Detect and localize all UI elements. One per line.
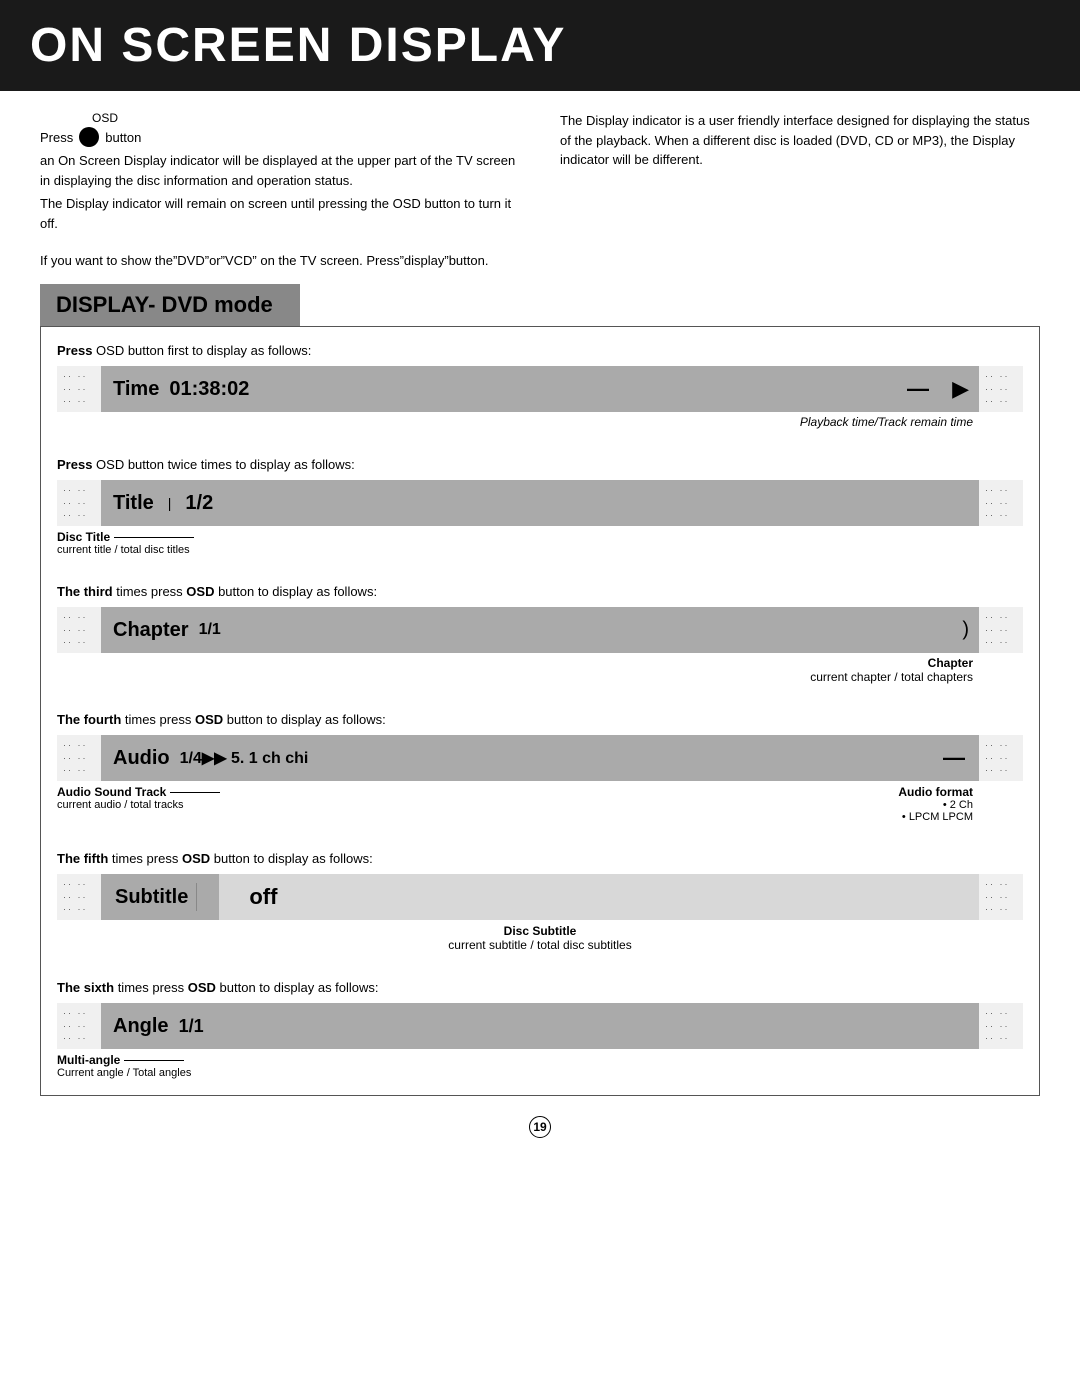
display-box: Press OSD button first to display as fol… — [40, 326, 1040, 1096]
audio-annotation: Audio Sound Track current audio / total … — [57, 785, 1023, 823]
title-annotation: Disc Title current title / total disc ti… — [57, 530, 1023, 556]
dots-right-5: ·· ·· ·· ·· ·· ·· — [979, 874, 1023, 920]
audio-track-label: Audio Sound Track — [57, 785, 166, 799]
subtitle-divider — [196, 883, 197, 911]
press-instruction-1: Press OSD button first to display as fol… — [57, 343, 1023, 358]
dots-left-3: ·· ·· ·· ·· ·· ·· — [57, 607, 101, 653]
if-note: If you want to show the”DVD”or”VCD” on t… — [40, 253, 1040, 268]
subtitle-annotation: Disc Subtitle current subtitle / total d… — [57, 924, 1023, 952]
intro-section: OSD Press button an On Screen Display in… — [40, 111, 1040, 237]
chapter-annotation: Chapter current chapter / total chapters — [57, 656, 1023, 684]
chapter-value: 1/1 — [199, 621, 221, 639]
section-header: DISPLAY- DVD mode — [40, 284, 300, 326]
title-label: Title — [113, 492, 154, 515]
display-row-title: Press OSD button twice times to display … — [57, 457, 1023, 556]
osd-screen-time: ·· ·· ·· ·· ·· ·· Time 01:38:02 ― ▶ ·· ·… — [57, 366, 1023, 412]
osd-bar-title: Title | 1/2 — [101, 480, 979, 526]
disc-title-label: Disc Title — [57, 530, 110, 544]
disc-title-line — [114, 537, 194, 538]
osd-screen-audio: ·· ·· ·· ·· ·· ·· Audio 1/4▶▶ 5. 1 ch ch… — [57, 735, 1023, 781]
angle-annotation: Multi-angle Current angle / Total angles — [57, 1053, 1023, 1079]
page-number: 19 — [529, 1116, 551, 1138]
press-instruction-5: The fifth times press OSD button to disp… — [57, 851, 1023, 866]
angle-label: Angle — [113, 1015, 169, 1038]
multi-angle-label: Multi-angle — [57, 1053, 120, 1067]
osd-screen-subtitle: ·· ·· ·· ·· ·· ·· Subtitle off — [57, 874, 1023, 920]
intro-left: OSD Press button an On Screen Display in… — [40, 111, 520, 237]
chapter-right-label: Chapter — [57, 656, 973, 670]
time-value: 01:38:02 — [169, 378, 249, 401]
press-instruction-4: The fourth times press OSD button to dis… — [57, 712, 1023, 727]
audio-track-sub: current audio / total tracks — [57, 799, 898, 811]
intro-right-para: The Display indicator is a user friendly… — [560, 111, 1040, 170]
press-instruction-2: Press OSD button twice times to display … — [57, 457, 1023, 472]
intro-right: The Display indicator is a user friendly… — [560, 111, 1040, 237]
dots-left-5: ·· ·· ·· ·· ·· ·· — [57, 874, 101, 920]
chapter-right-sub: current chapter / total chapters — [57, 670, 973, 684]
osd-bar-subtitle: Subtitle off — [101, 874, 979, 920]
dots-right-4: ·· ·· ·· ·· ·· ·· — [979, 735, 1023, 781]
time-arrow: ― — [907, 376, 929, 402]
dots-left-2: ·· ·· ·· ·· ·· ·· — [57, 480, 101, 526]
display-dvd-section: DISPLAY- DVD mode Press OSD button first… — [40, 284, 1040, 1096]
dots-right-3: ·· ·· ·· ·· ·· ·· — [979, 607, 1023, 653]
page-header: ON SCREEN DISPLAY — [0, 0, 1080, 91]
time-annotation: Playback time/Track remain time — [57, 415, 1023, 429]
osd-bar-chapter: Chapter 1/1 ) — [101, 607, 979, 653]
page-number-bar: 19 — [40, 1116, 1040, 1138]
multi-angle-line — [124, 1060, 184, 1061]
chapter-paren: ) — [962, 619, 969, 642]
content-area: OSD Press button an On Screen Display in… — [0, 91, 1080, 1178]
button-label: button — [105, 130, 141, 145]
press-row: Press button — [40, 127, 520, 147]
dots-left-4: ·· ·· ·· ·· ·· ·· — [57, 735, 101, 781]
dots-right-2: ·· ·· ·· ·· ·· ·· — [979, 480, 1023, 526]
audio-value: 1/4▶▶ 5. 1 ch chi — [180, 748, 309, 768]
disc-subtitle-label: Disc Subtitle — [57, 924, 1023, 938]
multi-angle-sub: Current angle / Total angles — [57, 1067, 1023, 1079]
audio-format-values: • 2 Ch• LPCM LPCM — [898, 799, 973, 823]
osd-label: OSD — [92, 111, 520, 125]
display-row-time: Press OSD button first to display as fol… — [57, 343, 1023, 429]
press-text: Press — [40, 130, 73, 145]
dots-left-6: ·· ·· ·· ·· ·· ·· — [57, 1003, 101, 1049]
press-instruction-3: The third times press OSD button to disp… — [57, 584, 1023, 599]
angle-value: 1/1 — [179, 1016, 204, 1037]
audio-dash: ― — [943, 745, 965, 771]
display-row-chapter: The third times press OSD button to disp… — [57, 584, 1023, 684]
time-arrow2: ▶ — [952, 376, 969, 402]
press-instruction-6: The sixth times press OSD button to disp… — [57, 980, 1023, 995]
page-title: ON SCREEN DISPLAY — [30, 19, 566, 72]
osd-screen-title: ·· ·· ·· ·· ·· ·· Title | 1/2 ·· ·· ·· · — [57, 480, 1023, 526]
dots-left-1: ·· ·· ·· ·· ·· ·· — [57, 366, 101, 412]
intro-para1: an On Screen Display indicator will be d… — [40, 151, 520, 190]
osd-button-icon[interactable] — [79, 127, 99, 147]
audio-format-label: Audio format — [898, 785, 973, 799]
osd-bar-time: Time 01:38:02 ― ▶ — [101, 366, 979, 412]
osd-bar-angle: Angle 1/1 — [101, 1003, 979, 1049]
dots-right-1: ·· ·· ·· ·· ·· ·· — [979, 366, 1023, 412]
chapter-label: Chapter — [113, 619, 189, 642]
intro-para2: The Display indicator will remain on scr… — [40, 194, 520, 233]
display-row-audio: The fourth times press OSD button to dis… — [57, 712, 1023, 823]
subtitle-label: Subtitle — [115, 886, 188, 909]
disc-subtitle-sub: current subtitle / total disc subtitles — [57, 938, 1023, 952]
osd-screen-angle: ·· ·· ·· ·· ·· ·· Angle 1/1 ·· ·· ·· ·· … — [57, 1003, 1023, 1049]
disc-title-sub: current title / total disc titles — [57, 544, 194, 556]
osd-screen-chapter: ·· ·· ·· ·· ·· ·· Chapter 1/1 ) ·· ·· ··… — [57, 607, 1023, 653]
time-label: Time — [113, 378, 159, 401]
dots-right-6: ·· ·· ·· ·· ·· ·· — [979, 1003, 1023, 1049]
title-value: 1/2 — [185, 492, 213, 515]
audio-track-line — [170, 792, 220, 793]
display-row-subtitle: The fifth times press OSD button to disp… — [57, 851, 1023, 952]
osd-bar-audio: Audio 1/4▶▶ 5. 1 ch chi ― — [101, 735, 979, 781]
audio-label: Audio — [113, 747, 170, 770]
display-row-angle: The sixth times press OSD button to disp… — [57, 980, 1023, 1079]
subtitle-off-value: off — [249, 884, 277, 910]
title-divider: | — [168, 495, 172, 511]
